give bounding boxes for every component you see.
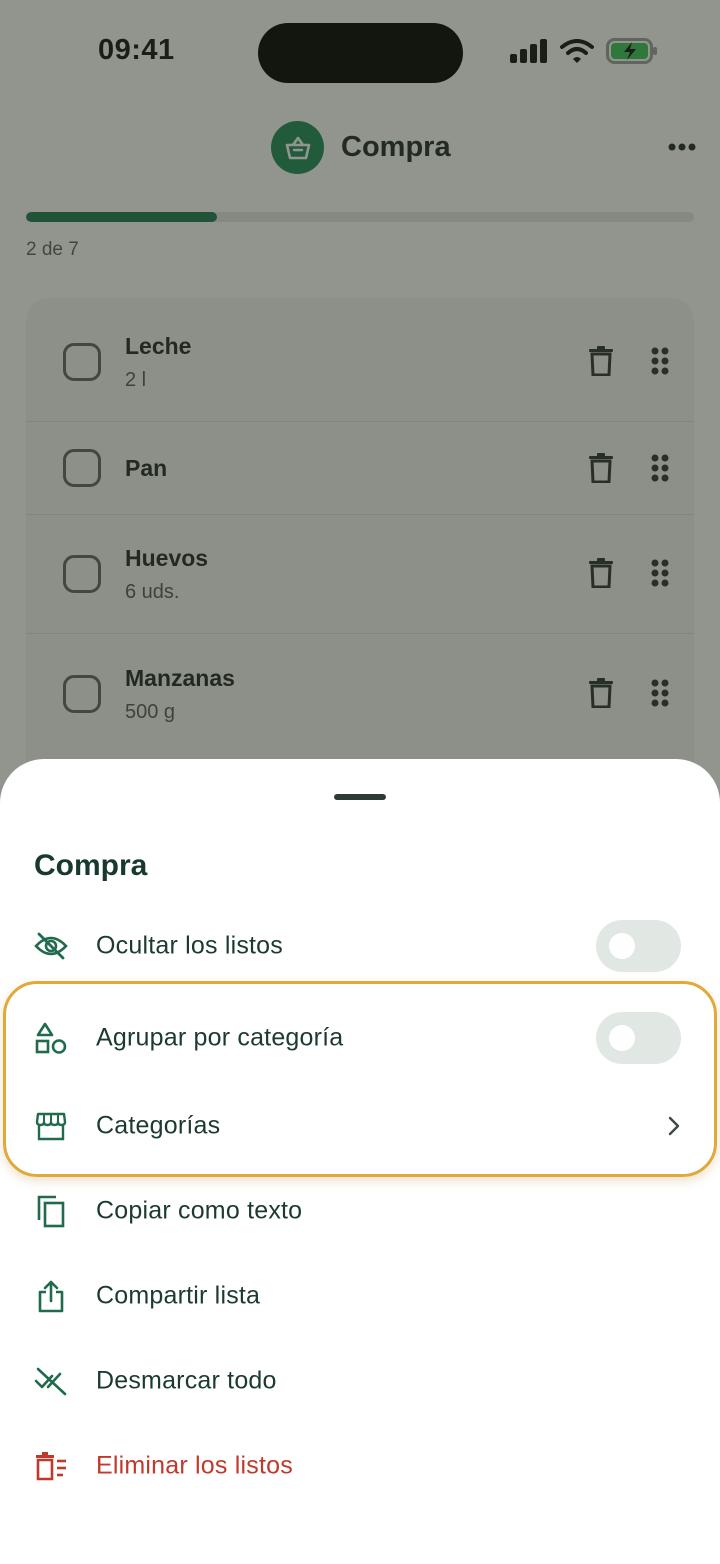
- options-bottom-sheet: Compra Ocultar los listos Agrupar por ca…: [0, 759, 720, 1564]
- option-label: Eliminar los listos: [96, 1451, 293, 1480]
- option-label: Desmarcar todo: [96, 1366, 277, 1395]
- copy-icon: [34, 1194, 68, 1228]
- highlight-frame: [3, 981, 717, 1177]
- option-share-list[interactable]: Compartir lista: [0, 1261, 720, 1331]
- sheet-drag-handle[interactable]: [334, 794, 386, 800]
- option-label: Ocultar los listos: [96, 931, 283, 960]
- share-icon: [34, 1279, 68, 1313]
- option-delete-done[interactable]: Eliminar los listos: [0, 1431, 720, 1501]
- delete-list-icon: [34, 1449, 68, 1483]
- option-label: Compartir lista: [96, 1281, 261, 1310]
- eye-off-icon: [34, 929, 68, 963]
- uncheck-all-icon: [34, 1364, 68, 1398]
- option-uncheck-all[interactable]: Desmarcar todo: [0, 1346, 720, 1416]
- toggle-knob: [609, 933, 635, 959]
- sheet-title: Compra: [34, 849, 148, 882]
- option-copy-as-text[interactable]: Copiar como texto: [0, 1176, 720, 1246]
- option-hide-done[interactable]: Ocultar los listos: [0, 911, 720, 981]
- option-label: Copiar como texto: [96, 1196, 303, 1225]
- hide-done-toggle[interactable]: [596, 920, 681, 972]
